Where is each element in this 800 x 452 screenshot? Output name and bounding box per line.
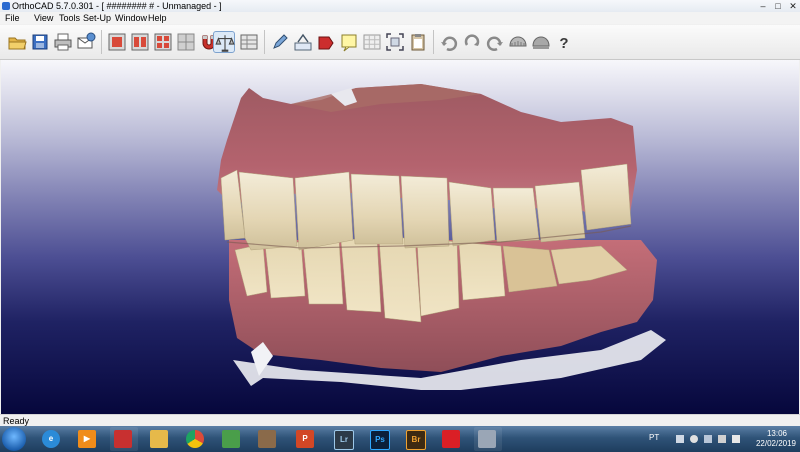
orthocad-app-icon — [478, 430, 496, 448]
powerpoint-icon: P — [296, 430, 314, 448]
network-icon[interactable] — [704, 435, 712, 443]
orthocad-app-icon — [2, 2, 10, 10]
file-explorer-icon — [150, 430, 168, 448]
dental-model-3d[interactable] — [1, 60, 799, 414]
task-orthocad-app[interactable] — [474, 427, 502, 451]
task-photoshop[interactable]: Ps — [366, 427, 394, 451]
internet-explorer-icon: e — [42, 430, 60, 448]
media-player-icon: ▶ — [78, 430, 96, 448]
model-view-1-icon[interactable] — [106, 31, 128, 53]
task-internet-explorer[interactable]: e — [38, 427, 66, 451]
measure-table-icon[interactable] — [238, 31, 260, 53]
clock-time[interactable]: 13:06 — [757, 429, 797, 438]
fit-frame-icon[interactable] — [384, 31, 406, 53]
task-powerpoint[interactable]: P — [292, 427, 320, 451]
battery-icon[interactable] — [718, 435, 726, 443]
minimize-button[interactable]: – — [756, 0, 770, 12]
abc-label-icon[interactable] — [292, 31, 314, 53]
note-icon[interactable] — [338, 31, 360, 53]
maximize-button[interactable]: □ — [771, 0, 785, 12]
clock-date[interactable]: 22/02/2019 — [753, 439, 799, 448]
task-paint-app[interactable] — [254, 427, 282, 451]
help-icon[interactable]: ? — [553, 31, 575, 53]
task-creative-cloud[interactable] — [438, 427, 466, 451]
jaw-lower-icon[interactable] — [530, 31, 552, 53]
rotate-right-icon[interactable] — [484, 31, 506, 53]
windows-start-icon[interactable] — [2, 427, 26, 451]
volume-icon[interactable] — [732, 435, 740, 443]
red-pointer-icon[interactable] — [315, 31, 337, 53]
task-lightroom[interactable]: Lr — [330, 427, 358, 451]
svg-text:?: ? — [559, 35, 568, 52]
menu-setup[interactable]: Set-Up — [83, 12, 111, 24]
rotate-center-icon[interactable] — [461, 31, 483, 53]
task-media-player[interactable]: ▶ — [74, 427, 102, 451]
system-tray: PT 13:06 22/02/2019 — [640, 426, 800, 452]
green-app-icon — [222, 430, 240, 448]
bridge-icon: Br — [406, 430, 426, 450]
rotate-left-icon[interactable] — [438, 31, 460, 53]
menu-tools[interactable]: Tools — [59, 12, 80, 24]
orthocad-tray-icon — [114, 430, 132, 448]
occlusion-analysis-icon[interactable] — [213, 31, 235, 53]
title-bar: OrthoCAD 5.7.0.301 - [ ######## # - Unma… — [0, 0, 800, 12]
photoshop-icon: Ps — [370, 430, 390, 450]
grid-icon[interactable] — [361, 31, 383, 53]
model-viewport[interactable] — [1, 60, 799, 414]
task-bridge[interactable]: Br — [402, 427, 430, 451]
tool-pen-icon[interactable] — [269, 31, 291, 53]
menu-file[interactable]: File — [5, 12, 20, 24]
menu-window[interactable]: Window — [115, 12, 147, 24]
window-title: OrthoCAD 5.7.0.301 - [ ######## # - Unma… — [12, 1, 222, 11]
creative-cloud-icon — [442, 430, 460, 448]
print-icon[interactable] — [52, 31, 74, 53]
flag-icon[interactable] — [676, 435, 684, 443]
email-icon[interactable] — [75, 31, 97, 53]
open-folder-icon[interactable] — [6, 31, 28, 53]
paint-app-icon — [258, 430, 276, 448]
clipboard-icon[interactable] — [407, 31, 429, 53]
windows-taskbar: e ▶ P Lr Ps Br PT 13:06 22/02/2019 — [0, 426, 800, 452]
save-icon[interactable] — [29, 31, 51, 53]
menu-bar: File View Tools Set-Up Window Help — [0, 12, 800, 24]
close-button[interactable]: ✕ — [786, 0, 800, 12]
model-view-4-icon[interactable] — [175, 31, 197, 53]
menu-help[interactable]: Help — [148, 12, 167, 24]
task-orthocad-tray[interactable] — [110, 427, 138, 451]
task-file-explorer[interactable] — [146, 427, 174, 451]
lightroom-icon: Lr — [334, 430, 354, 450]
task-chrome[interactable] — [182, 427, 210, 451]
chrome-icon — [186, 430, 204, 448]
model-view-2-icon[interactable] — [129, 31, 151, 53]
toolbar: ? — [0, 25, 800, 60]
jaw-upper-icon[interactable] — [507, 31, 529, 53]
task-green-app[interactable] — [218, 427, 246, 451]
show-hidden-icons-icon[interactable] — [690, 435, 698, 443]
language-indicator[interactable]: PT — [649, 433, 659, 442]
menu-view[interactable]: View — [34, 12, 53, 24]
model-view-3-icon[interactable] — [152, 31, 174, 53]
